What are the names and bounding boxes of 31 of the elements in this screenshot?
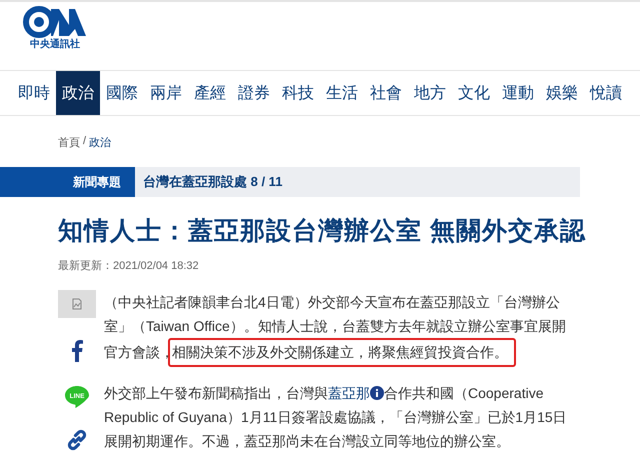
facebook-icon[interactable]	[71, 340, 83, 362]
nav-tab[interactable]: 社會	[364, 71, 408, 115]
article-paragraph: 外交部上午發布新聞稿指出，台灣與蓋亞那 合作共和國（Cooperative Republic of Guyana）1月11日簽署設處協議，「台灣辦公室」已於1月15日展開初期運作。不過，蓋亞那尚未在台灣設立同等地位的辦公室。	[104, 384, 568, 451]
nav-tab[interactable]: 生活	[320, 71, 364, 115]
nav-tab[interactable]: 產經	[188, 71, 232, 115]
topic-link[interactable]: 台灣在蓋亞那設處 8 / 11	[135, 167, 282, 197]
article-paragraph: （中央社記者陳韻聿台北4日電）外交部今天宣布在蓋亞那設立「台灣辦公室」（Taiwan Office）。知情人士說，台蓋雙方去年就設立辦公室事宜展開官方會談，相關決策不涉及外交關係建立，將聚焦經貿投資合作。	[104, 290, 574, 367]
breadcrumb-link[interactable]: 首頁	[58, 135, 80, 155]
nav-tab[interactable]: 即時	[12, 71, 56, 115]
keyword-link[interactable]: 蓋亞那	[328, 385, 370, 401]
breadcrumb-separator: /	[83, 135, 86, 149]
logo-icon[interactable]	[23, 5, 87, 39]
nav-tab[interactable]: 政治	[56, 71, 100, 115]
highlighted-sentence: 相關決策不涉及外交關係建立，將聚焦經貿投資合作。	[168, 338, 516, 367]
image-icon	[72, 298, 82, 310]
nav-tab[interactable]: 證券	[232, 71, 276, 115]
topic-label: 新聞專題	[0, 167, 135, 197]
link-icon[interactable]	[65, 428, 89, 452]
logo-caption: 中央通訊社	[30, 39, 80, 51]
nav-tab[interactable]: 科技	[276, 71, 320, 115]
article-headline: 知情人士：蓋亞那設台灣辦公室 無關外交承認	[58, 216, 587, 247]
breadcrumb-link[interactable]: 政治	[89, 135, 112, 155]
info-icon[interactable]	[370, 386, 384, 400]
nav-tab[interactable]: 運動	[496, 71, 540, 115]
update-time: 最新更新：2021/02/04 18:32	[58, 258, 200, 273]
nav-tab[interactable]: 文化	[452, 71, 496, 115]
nav-tab[interactable]: 娛樂	[540, 71, 584, 115]
nav-tab[interactable]: 地方	[408, 71, 452, 115]
nav-tab[interactable]: 兩岸	[144, 71, 188, 115]
nav-tab[interactable]: 悅讀	[584, 71, 628, 115]
nav-tab[interactable]: 國際	[100, 71, 144, 115]
